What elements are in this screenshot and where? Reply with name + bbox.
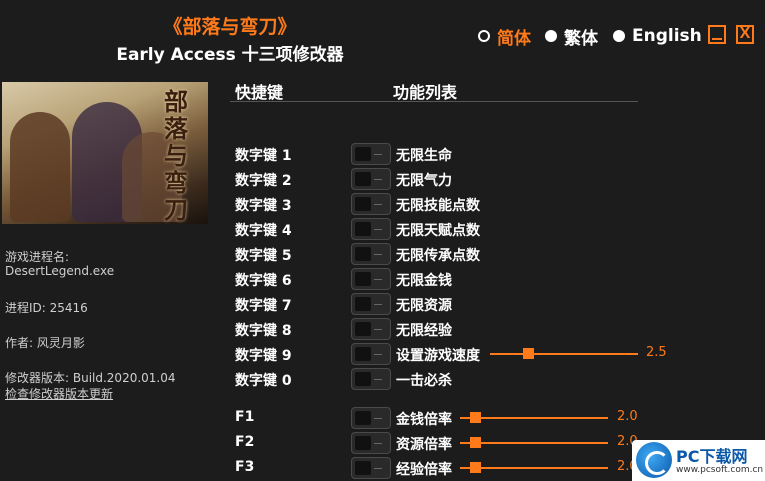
cheat-toggle[interactable]	[351, 457, 391, 479]
exp-multiplier-slider-handle[interactable]	[470, 462, 481, 473]
cheat-label: 设置游戏速度	[396, 348, 480, 364]
close-button[interactable]: X	[736, 25, 754, 44]
money-multiplier-slider-track[interactable]	[460, 417, 608, 419]
radio-icon	[545, 30, 557, 42]
trainer-subtitle: Early Access 十三项修改器	[116, 45, 344, 65]
cheat-label: 经验倍率	[396, 462, 452, 478]
hotkey-label: 数字键 6	[235, 273, 292, 289]
lang-english[interactable]: English	[613, 25, 702, 47]
process-label: 游戏进程名:	[5, 250, 70, 264]
hotkey-label: F3	[235, 459, 255, 475]
cheat-label: 无限传承点数	[396, 248, 480, 264]
hotkey-label: 数字键 1	[235, 148, 292, 164]
money-multiplier-value: 2.0	[617, 409, 638, 424]
hotkey-label: 数字键 2	[235, 173, 292, 189]
lang-simplified[interactable]: 简体	[478, 25, 531, 49]
lang-simplified-label: 简体	[497, 28, 531, 49]
lang-english-label: English	[632, 26, 702, 46]
cheat-toggle[interactable]	[351, 407, 391, 429]
cheat-toggle[interactable]	[351, 293, 391, 315]
cheat-toggle[interactable]	[351, 193, 391, 215]
radio-icon	[613, 30, 625, 42]
game-speed-slider-track[interactable]	[490, 353, 638, 355]
cheat-label: 无限经验	[396, 323, 452, 339]
hotkey-label: 数字键 5	[235, 248, 292, 264]
site-logo-icon	[636, 442, 672, 478]
game-speed-value: 2.5	[646, 345, 667, 360]
lang-traditional[interactable]: 繁体	[545, 25, 598, 49]
hotkey-label: 数字键 3	[235, 198, 292, 214]
cheat-label: 资源倍率	[396, 437, 452, 453]
cheat-toggle[interactable]	[351, 218, 391, 240]
cheat-toggle[interactable]	[351, 318, 391, 340]
cheat-toggle[interactable]	[351, 268, 391, 290]
features-column-header: 功能列表	[393, 83, 458, 102]
minimize-button[interactable]	[708, 25, 726, 44]
cheat-toggle[interactable]	[351, 368, 391, 390]
hotkey-label: 数字键 9	[235, 348, 292, 364]
cheat-label: 无限金钱	[396, 273, 452, 289]
cheat-toggle[interactable]	[351, 243, 391, 265]
cheat-toggle[interactable]	[351, 168, 391, 190]
hotkey-label: 数字键 8	[235, 323, 292, 339]
resource-multiplier-slider-handle[interactable]	[470, 437, 481, 448]
header-divider	[230, 101, 638, 102]
lang-traditional-label: 繁体	[564, 28, 598, 49]
watermark-url: www.pcsoft.com.cn	[676, 465, 764, 475]
cheat-toggle[interactable]	[351, 343, 391, 365]
author: 作者: 风灵月影	[5, 336, 85, 350]
hotkey-label: F1	[235, 409, 255, 425]
cheat-label: 无限天赋点数	[396, 223, 480, 239]
cheat-toggle[interactable]	[351, 432, 391, 454]
cover-figure	[10, 112, 70, 222]
cover-logo: 部落与弯刀	[164, 87, 188, 224]
cheat-label: 无限气力	[396, 173, 452, 189]
process-name: DesertLegend.exe	[5, 264, 115, 278]
trainer-window: 《部落与弯刀》 Early Access 十三项修改器 简体 繁体 Englis…	[0, 0, 765, 481]
cheat-label: 金钱倍率	[396, 412, 452, 428]
radio-icon	[478, 30, 490, 42]
exp-multiplier-slider-track[interactable]	[460, 467, 608, 469]
hotkey-label: 数字键 0	[235, 373, 292, 389]
game-speed-slider-handle[interactable]	[523, 348, 534, 359]
resource-multiplier-slider-track[interactable]	[460, 442, 608, 444]
watermark-title: PC下载网	[676, 447, 748, 466]
cheat-label: 一击必杀	[396, 373, 452, 389]
cheat-label: 无限资源	[396, 298, 452, 314]
trainer-version: 修改器版本: Build.2020.01.04	[5, 371, 176, 385]
site-watermark: PC下载网 www.pcsoft.com.cn	[632, 440, 765, 481]
process-id: 进程ID: 25416	[5, 301, 88, 315]
game-title: 《部落与弯刀》	[163, 16, 297, 38]
check-update-link[interactable]: 检查修改器版本更新	[5, 385, 113, 402]
money-multiplier-slider-handle[interactable]	[470, 412, 481, 423]
cheat-toggle[interactable]	[351, 143, 391, 165]
hotkey-label: F2	[235, 434, 255, 450]
hotkey-label: 数字键 7	[235, 298, 292, 314]
cheat-label: 无限技能点数	[396, 198, 480, 214]
cheat-label: 无限生命	[396, 148, 452, 164]
hotkey-label: 数字键 4	[235, 223, 292, 239]
game-cover-image: 部落与弯刀	[2, 82, 208, 224]
hotkey-column-header: 快捷键	[235, 83, 284, 102]
